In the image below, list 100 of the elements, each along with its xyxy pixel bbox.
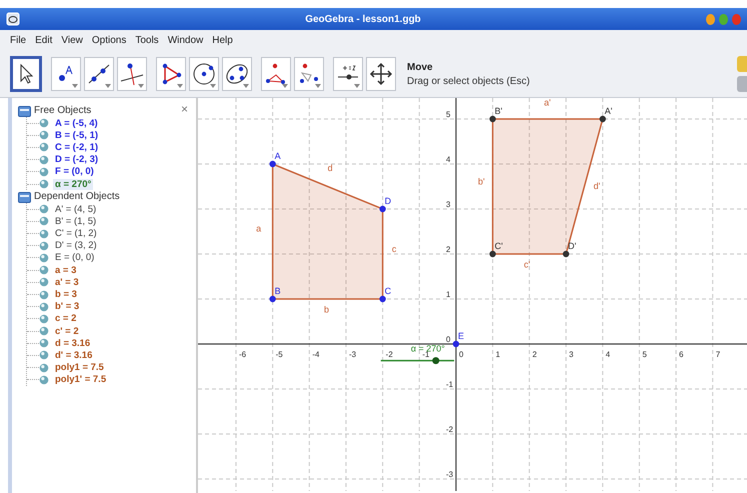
visibility-icon[interactable] xyxy=(39,179,49,190)
algebra-entry[interactable]: c' = 2 xyxy=(53,326,81,337)
algebra-entry[interactable]: poly1' = 7.5 xyxy=(53,374,108,386)
tick-label: -1 xyxy=(422,350,430,359)
app-icon xyxy=(6,12,20,26)
perpendicular-line-icon xyxy=(119,61,145,87)
tool-button[interactable] xyxy=(189,57,219,91)
tool-name: Move xyxy=(407,62,434,72)
visibility-icon[interactable] xyxy=(39,118,49,128)
tick-label: 2 xyxy=(446,245,450,254)
menu-item[interactable]: Options xyxy=(92,35,126,46)
close-button[interactable] xyxy=(732,14,741,24)
group-label[interactable]: Dependent Objects xyxy=(34,191,120,202)
point[interactable] xyxy=(452,340,460,348)
visibility-icon[interactable] xyxy=(39,302,49,312)
visibility-icon[interactable] xyxy=(39,142,49,152)
visibility-icon[interactable] xyxy=(39,166,49,177)
algebra-entry[interactable]: B = (-5, 1) xyxy=(53,130,100,141)
algebra-entry[interactable]: B' = (1, 5) xyxy=(53,216,98,227)
tool-button[interactable] xyxy=(222,57,252,91)
algebra-entry[interactable]: α = 270° xyxy=(53,178,94,190)
algebra-entry[interactable]: A = (-5, 4) xyxy=(53,118,100,129)
segment-label: c' xyxy=(524,260,530,270)
point[interactable] xyxy=(379,206,386,212)
algebra-entry[interactable]: D = (-2, 3) xyxy=(53,154,100,166)
tick-label: 4 xyxy=(446,155,450,164)
visibility-icon[interactable] xyxy=(39,154,49,165)
visibility-icon[interactable] xyxy=(39,374,49,385)
point[interactable] xyxy=(379,296,386,302)
algebra-entry[interactable]: E = (0, 0) xyxy=(53,252,96,264)
algebra-entry[interactable]: D' = (3, 2) xyxy=(53,240,99,252)
algebra-entry[interactable]: d' = 3.16 xyxy=(53,350,94,361)
tool-button[interactable] xyxy=(10,56,42,92)
tool-button[interactable] xyxy=(366,57,396,91)
algebra-entry[interactable]: b' = 3 xyxy=(53,301,82,312)
redo-button[interactable] xyxy=(737,76,747,92)
quadrilateral[interactable] xyxy=(492,118,604,255)
tool-button[interactable] xyxy=(156,57,186,91)
visibility-icon[interactable] xyxy=(39,338,49,348)
tool-button[interactable] xyxy=(294,57,324,91)
tick-label: -2 xyxy=(386,350,393,359)
menu-item[interactable]: Window xyxy=(168,35,204,46)
group-label[interactable]: Free Objects xyxy=(34,105,92,116)
point-label: A' xyxy=(604,106,612,116)
tick-label: 0 xyxy=(459,350,464,359)
maximize-button[interactable] xyxy=(719,14,728,24)
algebra-entry[interactable]: C = (-2, 1) xyxy=(53,142,100,153)
tick-label: -6 xyxy=(238,350,246,359)
menu-item[interactable]: Help xyxy=(212,35,233,46)
algebra-entry[interactable]: poly1 = 7.5 xyxy=(53,362,106,374)
tick-label: 1 xyxy=(446,290,450,299)
menu-item[interactable]: File xyxy=(10,35,26,46)
segment-label: c xyxy=(392,244,396,254)
tool-button[interactable] xyxy=(333,57,363,91)
circle-icon xyxy=(191,61,217,87)
visibility-icon[interactable] xyxy=(39,228,49,239)
algebra-entry[interactable]: A' = (4, 5) xyxy=(53,204,98,215)
slider-thumb[interactable] xyxy=(432,357,440,364)
algebra-entry[interactable]: d = 3.16 xyxy=(53,338,92,349)
quadrilateral[interactable] xyxy=(272,162,384,300)
point[interactable] xyxy=(562,250,570,258)
point[interactable] xyxy=(489,250,496,258)
algebra-entry[interactable]: c = 2 xyxy=(53,313,78,324)
tool-button[interactable] xyxy=(117,57,147,91)
window-title: GeoGebra - lesson1.ggb xyxy=(304,14,422,24)
visibility-icon[interactable] xyxy=(39,277,49,288)
point[interactable] xyxy=(269,160,276,168)
tool-button[interactable] xyxy=(51,57,81,91)
visibility-icon[interactable] xyxy=(39,204,49,214)
menu-item[interactable]: Tools xyxy=(135,35,159,46)
visibility-icon[interactable] xyxy=(39,326,49,336)
algebra-entry[interactable]: b = 3 xyxy=(53,289,79,300)
algebra-entry[interactable]: C' = (1, 2) xyxy=(53,228,99,240)
move-arrows-icon xyxy=(368,61,394,87)
minimize-button[interactable] xyxy=(706,14,715,24)
menu-item[interactable]: View xyxy=(61,35,83,46)
tool-button[interactable] xyxy=(84,57,114,91)
visibility-icon[interactable] xyxy=(39,216,49,226)
visibility-icon[interactable] xyxy=(39,314,49,324)
point[interactable] xyxy=(599,116,606,122)
point-label: D xyxy=(384,196,392,206)
menu-item[interactable]: Edit xyxy=(35,35,52,46)
slider[interactable] xyxy=(380,357,454,364)
segment-label: b' xyxy=(478,176,485,186)
point-label: A xyxy=(274,151,281,161)
visibility-icon[interactable] xyxy=(39,350,49,360)
close-icon[interactable]: × xyxy=(180,102,188,116)
visibility-icon[interactable] xyxy=(39,130,49,140)
visibility-icon[interactable] xyxy=(39,362,49,373)
tool-help: Drag or select objects (Esc) xyxy=(407,76,531,86)
tool-button[interactable] xyxy=(261,57,291,91)
algebra-entry[interactable]: a = 3 xyxy=(53,264,78,276)
point[interactable] xyxy=(269,296,276,302)
visibility-icon[interactable] xyxy=(39,252,49,263)
point[interactable] xyxy=(489,116,496,122)
visibility-icon[interactable] xyxy=(39,265,49,276)
visibility-icon[interactable] xyxy=(39,290,49,300)
algebra-entry[interactable]: a' = 3 xyxy=(53,276,81,288)
algebra-entry[interactable]: F = (0, 0) xyxy=(53,166,96,178)
visibility-icon[interactable] xyxy=(39,240,49,251)
